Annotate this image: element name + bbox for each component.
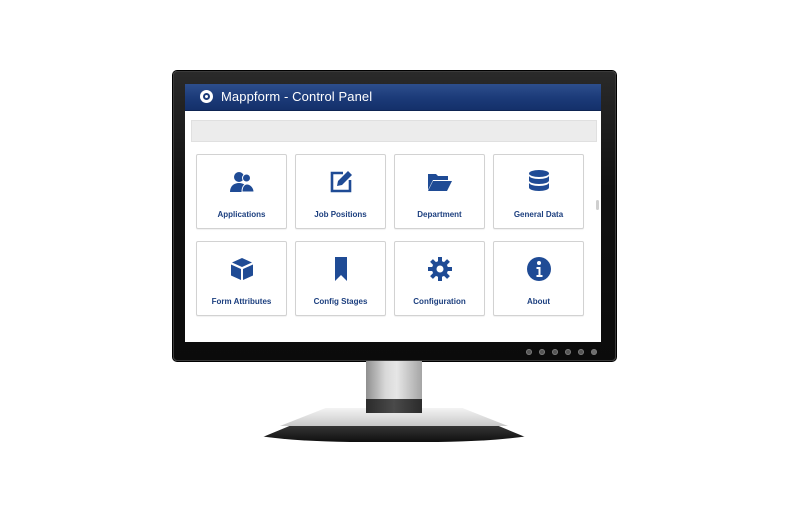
scrollbar-thumb[interactable] [596,200,599,210]
tile-config-stages[interactable]: Config Stages [295,241,386,316]
monitor-buttons [526,349,606,357]
users-icon [229,169,255,195]
tile-label: Applications [217,210,266,219]
title-bar: Mappform - Control Panel [185,84,601,111]
app-logo-icon [200,90,213,103]
tile-about[interactable]: About [493,241,584,316]
bookmark-icon [328,256,354,282]
info-icon [526,256,552,282]
tile-label: General Data [513,210,564,219]
tile-label: Department [417,210,462,219]
tile-form-attributes[interactable]: Form Attributes [196,241,287,316]
tile-department[interactable]: Department [394,154,485,229]
tile-label: Config Stages [313,297,368,306]
database-icon [526,169,552,195]
monitor-button[interactable] [578,349,584,355]
monitor-button[interactable] [552,349,558,355]
tile-label: Configuration [413,297,466,306]
tile-label: Form Attributes [211,297,272,306]
tile-configuration[interactable]: Configuration [394,241,485,316]
tile-applications[interactable]: Applications [196,154,287,229]
tile-job-positions[interactable]: Job Positions [295,154,386,229]
toolbar-strip [191,120,597,142]
app-window: Mappform - Control Panel Applications Jo… [185,84,601,342]
tile-general-data[interactable]: General Data [493,154,584,229]
tile-label: About [526,297,551,306]
gear-icon [427,256,453,282]
monitor-button[interactable] [565,349,571,355]
cube-icon [229,256,255,282]
monitor-stand-band [366,399,422,413]
edit-icon [328,169,354,195]
tile-label: Job Positions [314,210,367,219]
monitor-button[interactable] [539,349,545,355]
monitor-button[interactable] [526,349,532,355]
folder-open-icon [427,169,453,195]
window-title: Mappform - Control Panel [221,89,373,104]
power-button[interactable] [591,349,597,355]
